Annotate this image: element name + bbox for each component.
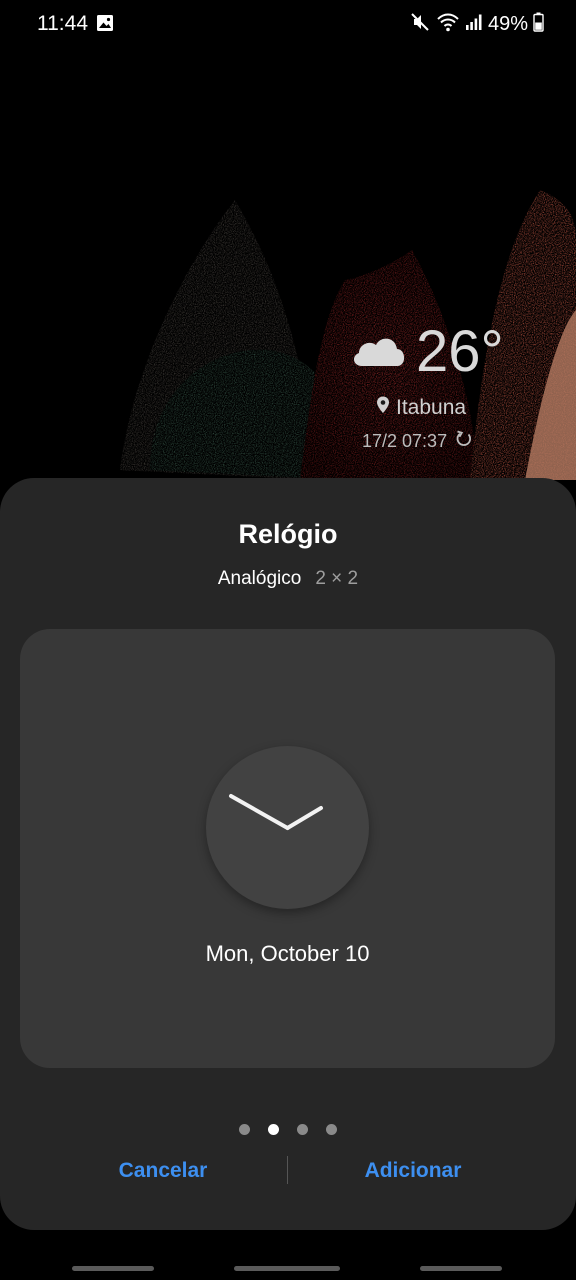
location-pin-icon	[376, 396, 390, 420]
nav-pill-right[interactable]	[420, 1266, 502, 1271]
battery-percent: 49%	[487, 12, 528, 35]
page-indicator[interactable]	[0, 1124, 576, 1135]
page-dot[interactable]	[239, 1124, 250, 1135]
widget-style: Analógico	[217, 568, 302, 589]
wifi-icon	[436, 11, 460, 38]
cancel-button[interactable]: Cancelar	[60, 1154, 266, 1188]
status-bar: 11:44 49%	[0, 0, 576, 48]
battery-icon	[533, 12, 544, 37]
cloud-icon	[350, 332, 408, 373]
widget-size: 2 × 2	[315, 568, 359, 589]
nav-pill-center[interactable]	[234, 1266, 340, 1271]
preview-date: Mon, October 10	[205, 941, 370, 966]
button-divider	[287, 1156, 288, 1184]
weather-updated-label: 17/2 07:37	[362, 431, 448, 451]
page-dot-active[interactable]	[268, 1124, 279, 1135]
weather-updated: 17/2 07:37	[362, 430, 473, 453]
refresh-icon[interactable]	[455, 430, 473, 453]
status-time: 11:44	[37, 12, 88, 35]
gallery-icon	[96, 14, 114, 37]
weather-temperature: 26°	[416, 319, 504, 384]
add-button[interactable]: Adicionar	[310, 1154, 516, 1188]
weather-widget[interactable]: 26° Itabuna 17/2 07:37	[340, 318, 510, 458]
status-icons: 49%	[409, 12, 544, 36]
page-dot[interactable]	[297, 1124, 308, 1135]
widget-preview[interactable]: Mon, October 10	[20, 629, 555, 1068]
navigation-bar	[0, 1240, 576, 1280]
mute-icon	[409, 11, 431, 38]
widget-picker-sheet: Relógio Analógico 2 × 2 Mon, October 10 C…	[0, 478, 576, 1230]
clock-hands-icon	[229, 794, 323, 830]
page-dot[interactable]	[326, 1124, 337, 1135]
analog-clock	[206, 746, 369, 909]
weather-location-label: Itabuna	[396, 396, 467, 419]
sheet-title: Relógio	[238, 519, 338, 549]
signal-icon	[465, 13, 483, 36]
widget-info: Analógico 2 × 2	[0, 568, 576, 590]
weather-location: Itabuna	[376, 396, 466, 420]
nav-pill-left[interactable]	[72, 1266, 154, 1271]
